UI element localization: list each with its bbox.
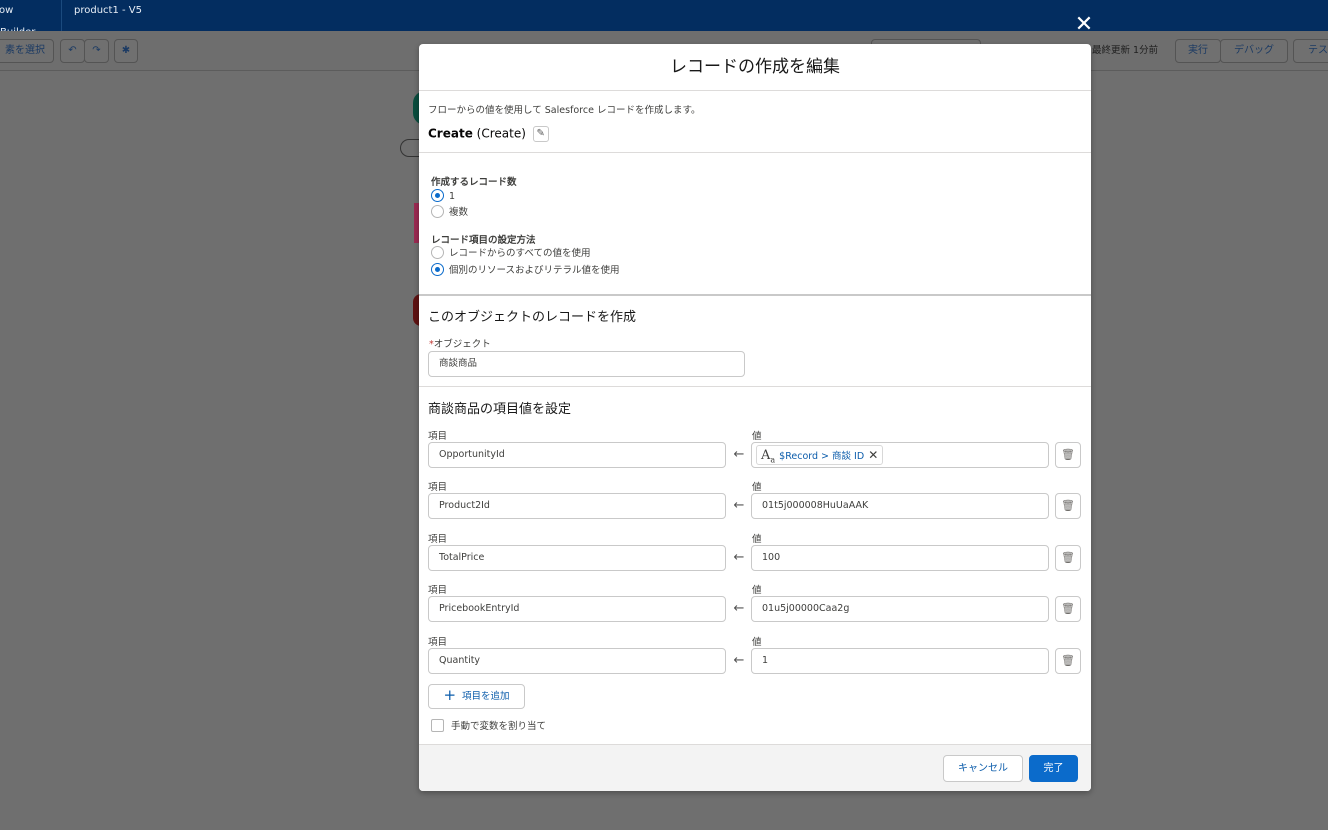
pencil-icon[interactable]: ✎ bbox=[532, 126, 549, 142]
arrow-left-icon: ← bbox=[733, 447, 745, 462]
checkbox-label: 手動で変数を割り当て bbox=[451, 721, 547, 732]
resource-pill-label: $Record > 商談 ID bbox=[779, 451, 865, 462]
checkbox-icon bbox=[431, 719, 444, 732]
manual-assign-checkbox[interactable]: 手動で変数を割り当て bbox=[431, 719, 547, 733]
radio-unselected-icon bbox=[431, 205, 444, 218]
close-icon[interactable]: ✕ bbox=[1073, 14, 1095, 36]
value-header: 値 bbox=[752, 534, 762, 545]
trash-icon[interactable]: 🗑 bbox=[1055, 493, 1081, 519]
record-count-label: 作成するレコード数 bbox=[431, 177, 517, 188]
radio-record-count-multiple[interactable]: 複数 bbox=[431, 205, 469, 220]
modal-description: フローからの値を使用して Salesforce レコードを作成します。 bbox=[428, 105, 701, 116]
divider bbox=[419, 386, 1091, 387]
add-field-button[interactable]: + 項目を追加 bbox=[428, 684, 525, 709]
field-header: 項目 bbox=[428, 482, 448, 493]
radio-label: レコードからのすべての値を使用 bbox=[449, 248, 591, 259]
api-name-row: Create (Create) ✎ bbox=[428, 126, 549, 142]
app-header: ow Builder product1 - V5 bbox=[0, 0, 1328, 31]
value-input[interactable]: 01t5j000008HuUaAAK bbox=[751, 493, 1049, 519]
app-name: ow Builder bbox=[0, 0, 62, 31]
element-api-name: (Create) bbox=[476, 126, 526, 141]
arrow-left-icon: ← bbox=[733, 653, 745, 668]
radio-use-separate-resources[interactable]: 個別のリソースおよびリテラル値を使用 bbox=[431, 263, 620, 278]
element-label: Create bbox=[428, 126, 473, 141]
value-header: 値 bbox=[752, 585, 762, 596]
done-button[interactable]: 完了 bbox=[1029, 755, 1078, 782]
trash-icon[interactable]: 🗑 bbox=[1055, 596, 1081, 622]
radio-label: 1 bbox=[449, 191, 456, 202]
object-label: *オブジェクト bbox=[429, 336, 491, 350]
resource-pill[interactable]: Aa $Record > 商談 ID ✕ bbox=[756, 445, 884, 465]
flow-version: product1 - V5 bbox=[74, 5, 142, 16]
field-input[interactable]: Quantity bbox=[428, 648, 726, 674]
value-header: 値 bbox=[752, 482, 762, 493]
add-field-label: 項目を追加 bbox=[462, 691, 510, 702]
field-header: 項目 bbox=[428, 585, 448, 596]
object-section-title: このオブジェクトのレコードを作成 bbox=[428, 310, 637, 325]
arrow-left-icon: ← bbox=[733, 601, 745, 616]
trash-icon[interactable]: 🗑 bbox=[1055, 648, 1081, 674]
divider bbox=[419, 294, 1091, 296]
value-input[interactable]: Aa $Record > 商談 ID ✕ bbox=[751, 442, 1049, 468]
radio-label: 個別のリソースおよびリテラル値を使用 bbox=[449, 265, 620, 276]
run-button[interactable]: 実行 bbox=[1175, 39, 1221, 63]
select-elements-button[interactable]: 素を選択 bbox=[0, 39, 54, 63]
close-icon[interactable]: ✕ bbox=[868, 448, 878, 462]
radio-selected-icon bbox=[431, 263, 444, 276]
debug-button[interactable]: デバッグ bbox=[1220, 39, 1288, 63]
value-header: 値 bbox=[752, 431, 762, 442]
field-method-label: レコード項目の設定方法 bbox=[431, 235, 536, 246]
object-input[interactable]: 商談商品 bbox=[428, 351, 745, 377]
radio-unselected-icon bbox=[431, 246, 444, 259]
radio-use-all-values[interactable]: レコードからのすべての値を使用 bbox=[431, 246, 591, 261]
field-header: 項目 bbox=[428, 637, 448, 648]
undo-icon[interactable]: ↶ bbox=[60, 39, 85, 63]
field-input[interactable]: OpportunityId bbox=[428, 442, 726, 468]
arrow-left-icon: ← bbox=[733, 550, 745, 565]
field-input[interactable]: PricebookEntryId bbox=[428, 596, 726, 622]
field-input[interactable]: Product2Id bbox=[428, 493, 726, 519]
value-input[interactable]: 100 bbox=[751, 545, 1049, 571]
radio-record-count-1[interactable]: 1 bbox=[431, 189, 456, 204]
value-input[interactable]: 1 bbox=[751, 648, 1049, 674]
trash-icon[interactable]: 🗑 bbox=[1055, 545, 1081, 571]
gear-icon[interactable]: ✱ bbox=[114, 39, 138, 63]
field-header: 項目 bbox=[428, 431, 448, 442]
node-badge bbox=[400, 139, 419, 157]
fields-section-title: 商談商品の項目値を設定 bbox=[428, 402, 572, 417]
arrow-left-icon: ← bbox=[733, 498, 745, 513]
object-label-text: オブジェクト bbox=[433, 339, 491, 350]
divider bbox=[419, 152, 1091, 153]
cancel-button[interactable]: キャンセル bbox=[943, 755, 1023, 782]
modal-title: レコードの作成を編集 bbox=[419, 44, 1091, 91]
trash-icon[interactable]: 🗑 bbox=[1055, 442, 1081, 468]
modal-footer: キャンセル 完了 bbox=[419, 744, 1091, 791]
edit-create-records-modal: レコードの作成を編集 フローからの値を使用して Salesforce レコードを… bbox=[419, 44, 1091, 791]
test-button[interactable]: テス bbox=[1293, 39, 1328, 63]
value-header: 値 bbox=[752, 637, 762, 648]
text-type-icon: Aa bbox=[761, 448, 776, 465]
redo-icon[interactable]: ↷ bbox=[84, 39, 109, 63]
last-saved-text: 最終更新 1分前 bbox=[1092, 45, 1159, 56]
plus-icon: + bbox=[443, 686, 457, 704]
radio-selected-icon bbox=[431, 189, 444, 202]
value-input[interactable]: 01u5j00000Caa2g bbox=[751, 596, 1049, 622]
field-header: 項目 bbox=[428, 534, 448, 545]
radio-label: 複数 bbox=[449, 207, 469, 218]
field-input[interactable]: TotalPrice bbox=[428, 545, 726, 571]
